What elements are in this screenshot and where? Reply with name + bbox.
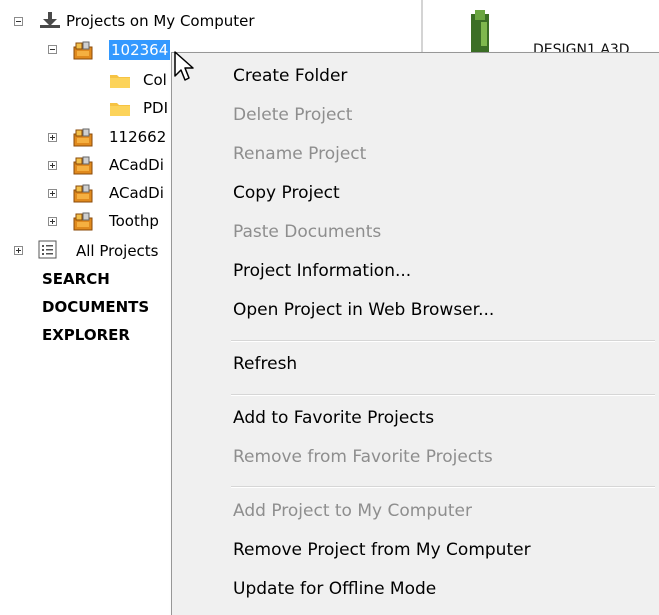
menu-item-project-information[interactable]: Project Information...: [174, 252, 659, 290]
expand-project-expander[interactable]: [48, 189, 57, 198]
menu-item-delete-project[interactable]: Delete Project: [174, 96, 659, 134]
mouse-pointer-icon: [174, 51, 194, 81]
menu-item-create-folder[interactable]: Create Folder: [174, 57, 659, 95]
collapse-project-expander[interactable]: [48, 45, 57, 54]
menu-item-paste-documents[interactable]: Paste Documents: [174, 213, 659, 251]
menu-item-remove-project-from-my-computer[interactable]: Remove Project from My Computer: [174, 531, 659, 569]
menu-separator: [231, 486, 655, 488]
menu-separator: [231, 394, 655, 396]
design-file-icon: [471, 10, 489, 54]
menu-item-refresh[interactable]: Refresh: [174, 345, 659, 383]
expand-project-expander[interactable]: [48, 217, 57, 226]
download-computer-icon: [40, 12, 60, 28]
tree-project-label-selected[interactable]: 102364: [109, 40, 171, 60]
search-documents-explorer-line[interactable]: EXPLORER: [42, 325, 130, 345]
expand-project-expander[interactable]: [48, 133, 57, 142]
tree-project-label[interactable]: 112662: [109, 127, 166, 147]
project-icon: [73, 156, 93, 175]
collapse-root-expander[interactable]: [14, 17, 23, 26]
tree-folder-label[interactable]: PDI: [143, 98, 168, 118]
tree-all-projects-label[interactable]: All Projects: [76, 241, 159, 261]
project-icon: [73, 212, 93, 231]
tree-folder-label[interactable]: Col: [143, 70, 167, 90]
tree-root-label[interactable]: Projects on My Computer: [66, 11, 255, 31]
menu-item-remove-from-favorites[interactable]: Remove from Favorite Projects: [174, 438, 659, 476]
project-icon: [73, 41, 93, 60]
list-icon: [38, 240, 57, 259]
menu-item-add-project-to-my-computer[interactable]: Add Project to My Computer: [174, 492, 659, 530]
menu-item-update-offline-mode[interactable]: Update for Offline Mode: [174, 570, 659, 608]
tree-project-label[interactable]: Toothp: [109, 211, 159, 231]
menu-item-add-to-favorites[interactable]: Add to Favorite Projects: [174, 399, 659, 437]
tree-project-label[interactable]: ACadDi: [109, 155, 164, 175]
folder-icon: [110, 75, 130, 88]
tree-project-label[interactable]: ACadDi: [109, 183, 164, 203]
search-documents-explorer-line[interactable]: SEARCH: [42, 269, 110, 289]
search-documents-explorer-line[interactable]: DOCUMENTS: [42, 297, 149, 317]
menu-item-rename-project[interactable]: Rename Project: [174, 135, 659, 173]
project-icon: [73, 128, 93, 147]
project-icon: [73, 184, 93, 203]
menu-separator: [231, 340, 655, 342]
folder-icon: [110, 103, 130, 116]
menu-item-copy-project[interactable]: Copy Project: [174, 174, 659, 212]
expand-project-expander[interactable]: [48, 161, 57, 170]
menu-item-open-in-web-browser[interactable]: Open Project in Web Browser...: [174, 291, 659, 329]
expand-all-projects-expander[interactable]: [14, 246, 23, 255]
context-menu: Create Folder Delete Project Rename Proj…: [171, 52, 659, 615]
